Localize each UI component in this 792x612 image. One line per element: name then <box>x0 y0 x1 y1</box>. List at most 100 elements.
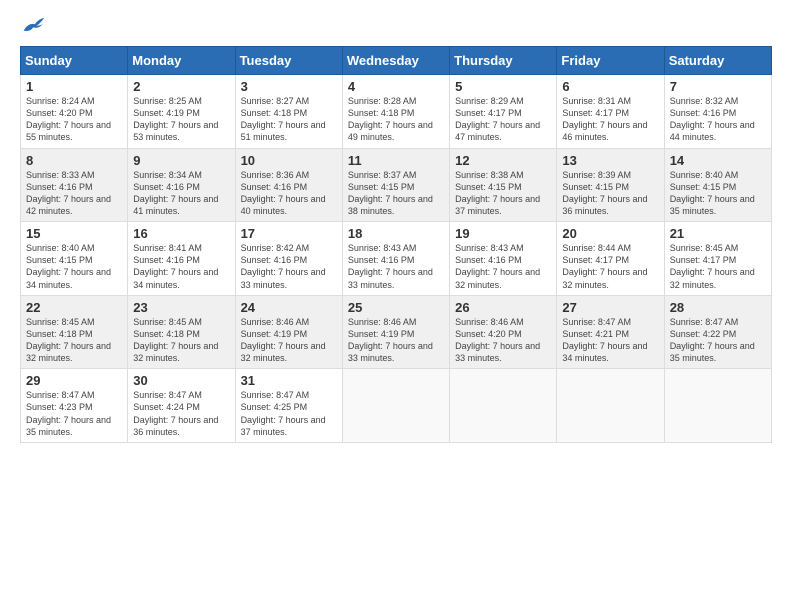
calendar-cell: 3Sunrise: 8:27 AMSunset: 4:18 PMDaylight… <box>235 75 342 149</box>
cell-info: Sunrise: 8:47 AMSunset: 4:23 PMDaylight:… <box>26 389 122 438</box>
calendar-day-header: Friday <box>557 47 664 75</box>
calendar-cell: 13Sunrise: 8:39 AMSunset: 4:15 PMDayligh… <box>557 148 664 222</box>
calendar-cell: 21Sunrise: 8:45 AMSunset: 4:17 PMDayligh… <box>664 222 771 296</box>
calendar-cell: 10Sunrise: 8:36 AMSunset: 4:16 PMDayligh… <box>235 148 342 222</box>
calendar-cell: 26Sunrise: 8:46 AMSunset: 4:20 PMDayligh… <box>450 295 557 369</box>
day-number: 31 <box>241 373 337 388</box>
calendar-cell: 16Sunrise: 8:41 AMSunset: 4:16 PMDayligh… <box>128 222 235 296</box>
cell-info: Sunrise: 8:33 AMSunset: 4:16 PMDaylight:… <box>26 169 122 218</box>
calendar-cell <box>342 369 449 443</box>
cell-info: Sunrise: 8:43 AMSunset: 4:16 PMDaylight:… <box>455 242 551 291</box>
day-number: 21 <box>670 226 766 241</box>
day-number: 12 <box>455 153 551 168</box>
logo <box>20 16 48 34</box>
calendar-week-row: 22Sunrise: 8:45 AMSunset: 4:18 PMDayligh… <box>21 295 772 369</box>
cell-info: Sunrise: 8:47 AMSunset: 4:21 PMDaylight:… <box>562 316 658 365</box>
calendar-cell: 7Sunrise: 8:32 AMSunset: 4:16 PMDaylight… <box>664 75 771 149</box>
cell-info: Sunrise: 8:37 AMSunset: 4:15 PMDaylight:… <box>348 169 444 218</box>
calendar-cell: 23Sunrise: 8:45 AMSunset: 4:18 PMDayligh… <box>128 295 235 369</box>
calendar-day-header: Tuesday <box>235 47 342 75</box>
cell-info: Sunrise: 8:42 AMSunset: 4:16 PMDaylight:… <box>241 242 337 291</box>
calendar-cell: 11Sunrise: 8:37 AMSunset: 4:15 PMDayligh… <box>342 148 449 222</box>
calendar-cell: 17Sunrise: 8:42 AMSunset: 4:16 PMDayligh… <box>235 222 342 296</box>
calendar-week-row: 1Sunrise: 8:24 AMSunset: 4:20 PMDaylight… <box>21 75 772 149</box>
calendar-cell: 2Sunrise: 8:25 AMSunset: 4:19 PMDaylight… <box>128 75 235 149</box>
cell-info: Sunrise: 8:40 AMSunset: 4:15 PMDaylight:… <box>670 169 766 218</box>
day-number: 1 <box>26 79 122 94</box>
cell-info: Sunrise: 8:36 AMSunset: 4:16 PMDaylight:… <box>241 169 337 218</box>
calendar-cell: 29Sunrise: 8:47 AMSunset: 4:23 PMDayligh… <box>21 369 128 443</box>
calendar-cell: 1Sunrise: 8:24 AMSunset: 4:20 PMDaylight… <box>21 75 128 149</box>
day-number: 22 <box>26 300 122 315</box>
calendar-day-header: Saturday <box>664 47 771 75</box>
day-number: 7 <box>670 79 766 94</box>
cell-info: Sunrise: 8:27 AMSunset: 4:18 PMDaylight:… <box>241 95 337 144</box>
calendar-cell: 8Sunrise: 8:33 AMSunset: 4:16 PMDaylight… <box>21 148 128 222</box>
day-number: 25 <box>348 300 444 315</box>
cell-info: Sunrise: 8:41 AMSunset: 4:16 PMDaylight:… <box>133 242 229 291</box>
cell-info: Sunrise: 8:45 AMSunset: 4:18 PMDaylight:… <box>26 316 122 365</box>
calendar-week-row: 8Sunrise: 8:33 AMSunset: 4:16 PMDaylight… <box>21 148 772 222</box>
cell-info: Sunrise: 8:46 AMSunset: 4:19 PMDaylight:… <box>348 316 444 365</box>
calendar-cell <box>664 369 771 443</box>
calendar-cell: 4Sunrise: 8:28 AMSunset: 4:18 PMDaylight… <box>342 75 449 149</box>
calendar-cell: 15Sunrise: 8:40 AMSunset: 4:15 PMDayligh… <box>21 222 128 296</box>
day-number: 16 <box>133 226 229 241</box>
calendar-cell <box>557 369 664 443</box>
day-number: 14 <box>670 153 766 168</box>
calendar-day-header: Thursday <box>450 47 557 75</box>
day-number: 27 <box>562 300 658 315</box>
calendar-cell: 14Sunrise: 8:40 AMSunset: 4:15 PMDayligh… <box>664 148 771 222</box>
day-number: 5 <box>455 79 551 94</box>
day-number: 4 <box>348 79 444 94</box>
cell-info: Sunrise: 8:34 AMSunset: 4:16 PMDaylight:… <box>133 169 229 218</box>
calendar-cell: 28Sunrise: 8:47 AMSunset: 4:22 PMDayligh… <box>664 295 771 369</box>
cell-info: Sunrise: 8:46 AMSunset: 4:19 PMDaylight:… <box>241 316 337 365</box>
cell-info: Sunrise: 8:45 AMSunset: 4:18 PMDaylight:… <box>133 316 229 365</box>
calendar-day-header: Sunday <box>21 47 128 75</box>
cell-info: Sunrise: 8:28 AMSunset: 4:18 PMDaylight:… <box>348 95 444 144</box>
calendar-table: SundayMondayTuesdayWednesdayThursdayFrid… <box>20 46 772 443</box>
cell-info: Sunrise: 8:32 AMSunset: 4:16 PMDaylight:… <box>670 95 766 144</box>
calendar-week-row: 29Sunrise: 8:47 AMSunset: 4:23 PMDayligh… <box>21 369 772 443</box>
day-number: 2 <box>133 79 229 94</box>
calendar-header-row: SundayMondayTuesdayWednesdayThursdayFrid… <box>21 47 772 75</box>
day-number: 29 <box>26 373 122 388</box>
day-number: 8 <box>26 153 122 168</box>
calendar-week-row: 15Sunrise: 8:40 AMSunset: 4:15 PMDayligh… <box>21 222 772 296</box>
day-number: 13 <box>562 153 658 168</box>
day-number: 18 <box>348 226 444 241</box>
cell-info: Sunrise: 8:38 AMSunset: 4:15 PMDaylight:… <box>455 169 551 218</box>
day-number: 15 <box>26 226 122 241</box>
cell-info: Sunrise: 8:31 AMSunset: 4:17 PMDaylight:… <box>562 95 658 144</box>
calendar-cell: 6Sunrise: 8:31 AMSunset: 4:17 PMDaylight… <box>557 75 664 149</box>
calendar-cell <box>450 369 557 443</box>
day-number: 19 <box>455 226 551 241</box>
cell-info: Sunrise: 8:47 AMSunset: 4:25 PMDaylight:… <box>241 389 337 438</box>
cell-info: Sunrise: 8:39 AMSunset: 4:15 PMDaylight:… <box>562 169 658 218</box>
cell-info: Sunrise: 8:43 AMSunset: 4:16 PMDaylight:… <box>348 242 444 291</box>
calendar-cell: 31Sunrise: 8:47 AMSunset: 4:25 PMDayligh… <box>235 369 342 443</box>
calendar-day-header: Wednesday <box>342 47 449 75</box>
cell-info: Sunrise: 8:29 AMSunset: 4:17 PMDaylight:… <box>455 95 551 144</box>
calendar-day-header: Monday <box>128 47 235 75</box>
cell-info: Sunrise: 8:46 AMSunset: 4:20 PMDaylight:… <box>455 316 551 365</box>
calendar-cell: 20Sunrise: 8:44 AMSunset: 4:17 PMDayligh… <box>557 222 664 296</box>
calendar-cell: 22Sunrise: 8:45 AMSunset: 4:18 PMDayligh… <box>21 295 128 369</box>
cell-info: Sunrise: 8:47 AMSunset: 4:22 PMDaylight:… <box>670 316 766 365</box>
day-number: 10 <box>241 153 337 168</box>
calendar-cell: 12Sunrise: 8:38 AMSunset: 4:15 PMDayligh… <box>450 148 557 222</box>
day-number: 23 <box>133 300 229 315</box>
day-number: 11 <box>348 153 444 168</box>
calendar-body: 1Sunrise: 8:24 AMSunset: 4:20 PMDaylight… <box>21 75 772 443</box>
calendar-cell: 27Sunrise: 8:47 AMSunset: 4:21 PMDayligh… <box>557 295 664 369</box>
calendar-cell: 24Sunrise: 8:46 AMSunset: 4:19 PMDayligh… <box>235 295 342 369</box>
day-number: 30 <box>133 373 229 388</box>
cell-info: Sunrise: 8:44 AMSunset: 4:17 PMDaylight:… <box>562 242 658 291</box>
calendar-cell: 25Sunrise: 8:46 AMSunset: 4:19 PMDayligh… <box>342 295 449 369</box>
calendar-cell: 30Sunrise: 8:47 AMSunset: 4:24 PMDayligh… <box>128 369 235 443</box>
cell-info: Sunrise: 8:40 AMSunset: 4:15 PMDaylight:… <box>26 242 122 291</box>
calendar-cell: 19Sunrise: 8:43 AMSunset: 4:16 PMDayligh… <box>450 222 557 296</box>
day-number: 6 <box>562 79 658 94</box>
cell-info: Sunrise: 8:25 AMSunset: 4:19 PMDaylight:… <box>133 95 229 144</box>
